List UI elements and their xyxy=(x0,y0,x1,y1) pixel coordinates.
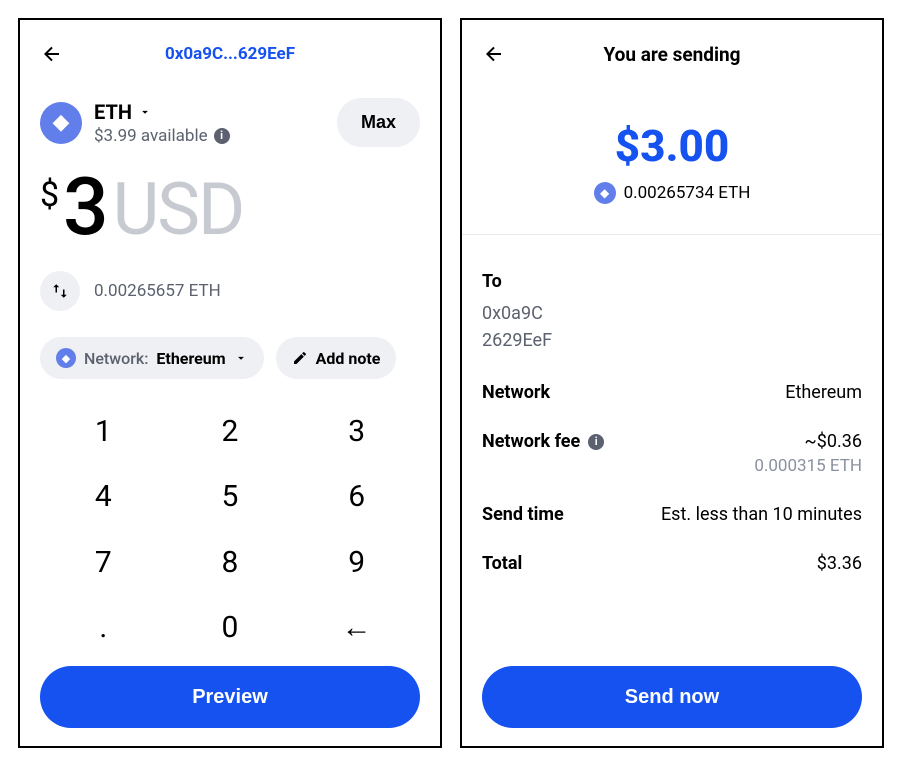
chevron-down-icon xyxy=(138,105,152,119)
right-header: You are sending xyxy=(482,36,862,72)
available-balance: $3.99 available i xyxy=(94,126,325,146)
total-label: Total xyxy=(482,553,522,574)
info-icon[interactable]: i xyxy=(214,128,230,144)
total-value: $3.36 xyxy=(817,553,862,574)
asset-selector[interactable]: ETH xyxy=(94,100,325,124)
amount-currency: USD xyxy=(113,174,244,246)
eth-mini-icon: ◆ xyxy=(594,182,616,204)
send-now-button[interactable]: Send now xyxy=(482,666,862,728)
keypad-8[interactable]: 8 xyxy=(167,530,294,595)
sendtime-label: Send time xyxy=(482,504,564,525)
send-confirm-screen: You are sending $3.00 ◆ 0.00265734 ETH T… xyxy=(460,18,884,748)
fee-label: Network fee i xyxy=(482,431,604,452)
keypad-4[interactable]: 4 xyxy=(40,464,167,529)
eth-mini-icon: ◆ xyxy=(56,348,76,368)
left-header: 0x0a9C...629EeF xyxy=(40,36,420,72)
arrow-left-icon xyxy=(482,42,506,66)
detail-list: To 0x0a9C 2629EeF Network Ethereum Netwo… xyxy=(482,257,862,588)
network-label: Network xyxy=(482,382,550,403)
swap-icon xyxy=(51,282,69,300)
pencil-icon xyxy=(292,350,308,366)
detail-row-fee: Network fee i ~$0.36 0.000315 ETH xyxy=(482,417,862,490)
sendtime-value: Est. less than 10 minutes xyxy=(661,504,862,525)
fee-value: ~$0.36 0.000315 ETH xyxy=(754,431,862,476)
keypad-6[interactable]: 6 xyxy=(293,464,420,529)
detail-row-network: Network Ethereum xyxy=(482,368,862,417)
amount-display: $ 3 USD xyxy=(40,167,420,247)
preview-button[interactable]: Preview xyxy=(40,666,420,728)
amount-value: 3 xyxy=(63,167,106,247)
converted-amount: 0.00265657 ETH xyxy=(94,281,221,301)
keypad-3[interactable]: 3 xyxy=(293,399,420,464)
numeric-keypad: 1 2 3 4 5 6 7 8 9 . 0 ← xyxy=(40,399,420,660)
keypad-5[interactable]: 5 xyxy=(167,464,294,529)
detail-row-sendtime: Send time Est. less than 10 minutes xyxy=(482,490,862,539)
to-address: 0x0a9C 2629EeF xyxy=(482,300,552,354)
max-button[interactable]: Max xyxy=(337,98,420,147)
confirm-amount-eth: 0.00265734 ETH xyxy=(624,183,751,203)
network-chip[interactable]: ◆ Network: Ethereum xyxy=(40,337,264,379)
keypad-7[interactable]: 7 xyxy=(40,530,167,595)
to-label: To xyxy=(482,271,502,292)
back-button[interactable] xyxy=(482,42,506,66)
detail-row-to: To 0x0a9C 2629EeF xyxy=(482,257,862,368)
keypad-9[interactable]: 9 xyxy=(293,530,420,595)
send-amount-screen: 0x0a9C...629EeF ◆ ETH $3.99 available i … xyxy=(18,18,442,748)
confirm-amount-usd: $3.00 xyxy=(482,120,862,172)
asset-selector-row: ◆ ETH $3.99 available i Max xyxy=(40,98,420,147)
converted-row: 0.00265657 ETH xyxy=(40,271,420,311)
eth-glyph-icon: ◆ xyxy=(53,110,70,135)
network-value: Ethereum xyxy=(785,382,862,403)
asset-symbol: ETH xyxy=(94,100,132,124)
arrow-left-icon xyxy=(40,42,64,66)
info-icon[interactable]: i xyxy=(588,434,604,450)
confirm-amount-eth-row: ◆ 0.00265734 ETH xyxy=(482,182,862,204)
eth-badge-icon: ◆ xyxy=(40,102,82,144)
keypad-2[interactable]: 2 xyxy=(167,399,294,464)
page-title: You are sending xyxy=(506,43,838,66)
swap-currency-button[interactable] xyxy=(40,271,80,311)
add-note-chip[interactable]: Add note xyxy=(276,337,397,379)
back-button[interactable] xyxy=(40,42,64,66)
keypad-1[interactable]: 1 xyxy=(40,399,167,464)
destination-address[interactable]: 0x0a9C...629EeF xyxy=(64,44,396,64)
confirm-amount-block: $3.00 ◆ 0.00265734 ETH xyxy=(482,120,862,204)
chevron-down-icon xyxy=(234,351,248,365)
amount-dollar-sign: $ xyxy=(40,175,59,215)
divider xyxy=(462,234,882,235)
detail-row-total: Total $3.36 xyxy=(482,539,862,588)
chips-row: ◆ Network: Ethereum Add note xyxy=(40,337,420,379)
keypad-dot[interactable]: . xyxy=(40,595,167,660)
keypad-0[interactable]: 0 xyxy=(167,595,294,660)
keypad-backspace[interactable]: ← xyxy=(293,595,420,660)
